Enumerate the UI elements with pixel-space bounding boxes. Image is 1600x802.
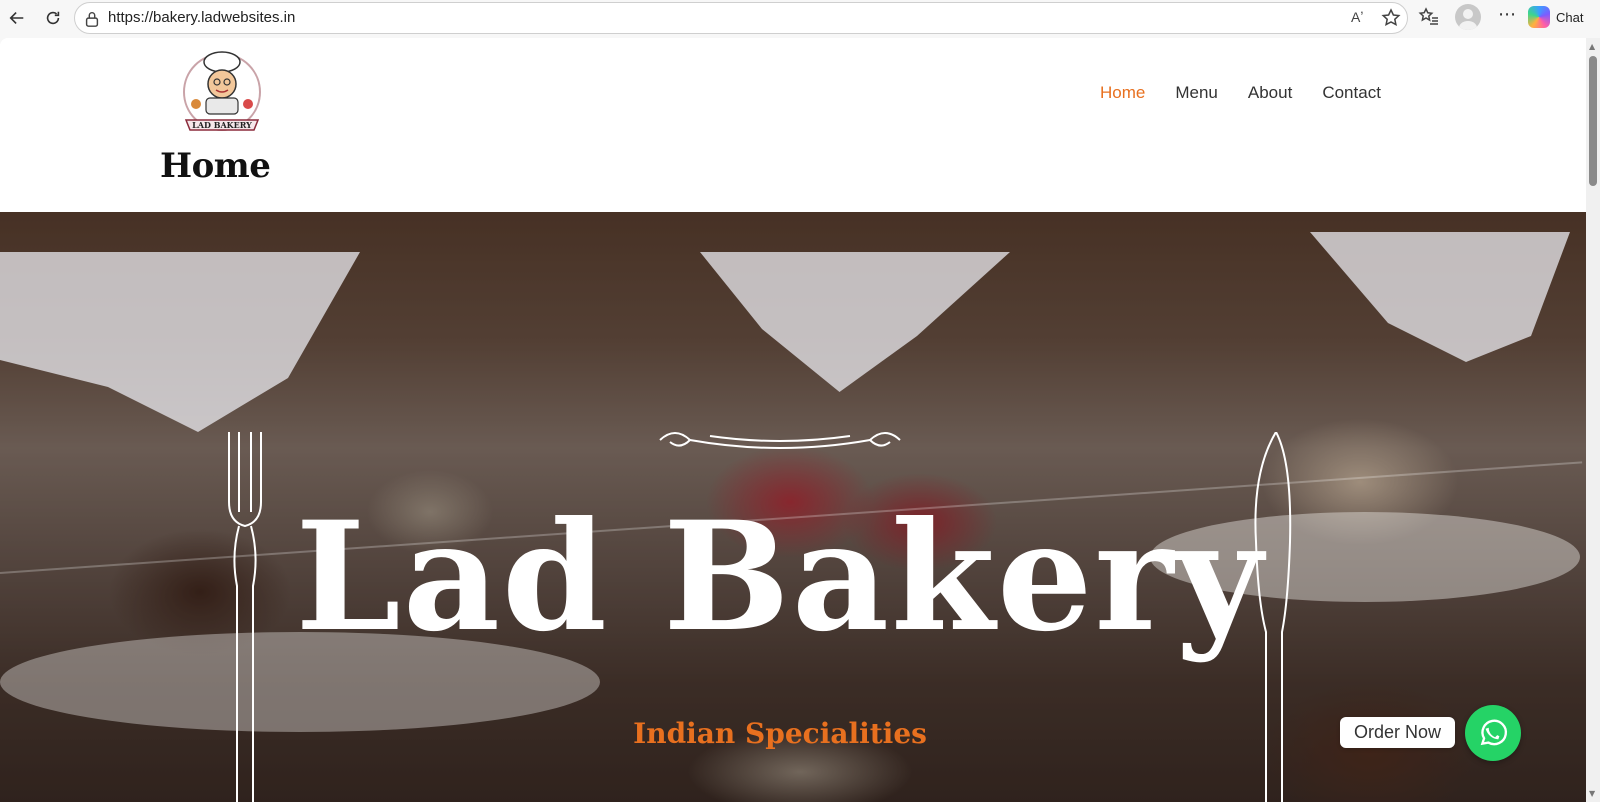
hero-background-doily <box>700 252 1010 392</box>
profile-icon[interactable] <box>1455 4 1481 30</box>
reload-icon <box>46 11 60 25</box>
hero-title: Lad Bakery <box>295 489 1265 665</box>
whatsapp-order-button[interactable] <box>1465 705 1521 761</box>
ornament-divider-icon <box>659 432 901 449</box>
page-title: Home <box>160 146 271 186</box>
logo-text: LAD BAKERY <box>192 120 252 130</box>
hero-subtitle: Indian Specialities <box>633 717 927 750</box>
site-header: LAD BAKERY Home Home Menu About Contact <box>0 38 1586 212</box>
lock-icon[interactable] <box>83 10 101 28</box>
star-icon[interactable] <box>1381 8 1401 28</box>
copilot-icon <box>1528 6 1550 28</box>
whatsapp-icon <box>1480 719 1508 746</box>
main-nav: Home Menu About Contact <box>1100 83 1381 103</box>
chat-button[interactable]: Chat <box>1528 3 1583 31</box>
page-scrollbar[interactable]: ▲ ▼ <box>1586 38 1600 802</box>
favorites-icon[interactable] <box>1418 6 1440 28</box>
back-button[interactable] <box>2 3 32 33</box>
address-bar[interactable]: https://bakery.ladwebsites.in Aʼ <box>74 2 1408 34</box>
url-text[interactable]: https://bakery.ladwebsites.in <box>108 9 295 26</box>
back-icon <box>9 12 24 24</box>
more-icon[interactable]: ⋯ <box>1494 4 1520 30</box>
scroll-down-icon[interactable]: ▼ <box>1589 789 1595 798</box>
hero-background-doily <box>1310 232 1570 362</box>
nav-link-about[interactable]: About <box>1248 83 1292 103</box>
bakery-logo[interactable]: LAD BAKERY <box>180 48 264 138</box>
hero-background-doily <box>0 252 360 432</box>
browser-toolbar: https://bakery.ladwebsites.in Aʼ ⋯ Chat <box>0 0 1600 38</box>
scroll-up-icon[interactable]: ▲ <box>1589 42 1595 51</box>
reload-button[interactable] <box>38 3 68 33</box>
nav-link-menu[interactable]: Menu <box>1175 83 1218 103</box>
nav-link-contact[interactable]: Contact <box>1322 83 1381 103</box>
read-aloud-icon[interactable]: Aʼ <box>1351 9 1371 29</box>
nav-link-home[interactable]: Home <box>1100 83 1145 103</box>
chat-label: Chat <box>1556 9 1584 25</box>
order-now-label[interactable]: Order Now <box>1340 717 1456 748</box>
page-viewport: LAD BAKERY Home Home Menu About Contact <box>0 38 1586 802</box>
scrollbar-thumb[interactable] <box>1589 56 1597 186</box>
hero-banner: Lad Bakery Indian Specialities <box>0 212 1586 802</box>
